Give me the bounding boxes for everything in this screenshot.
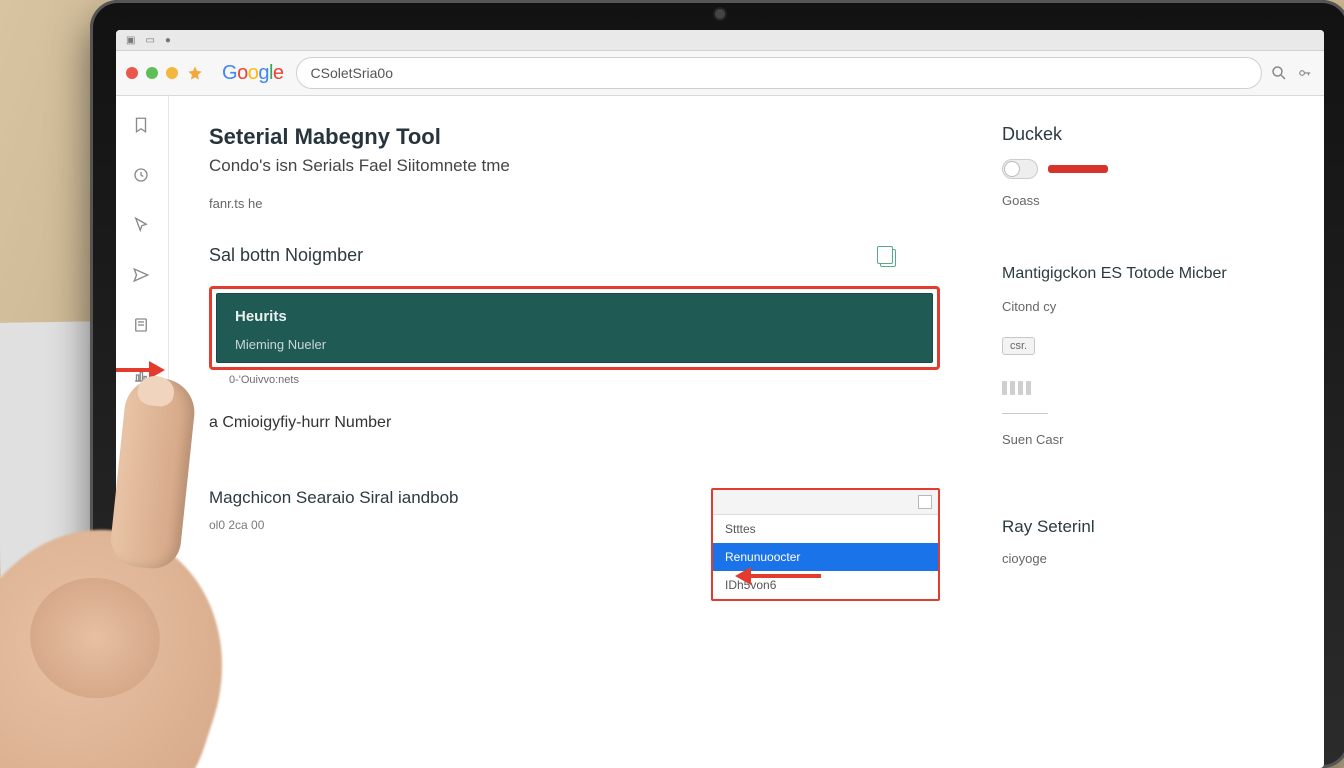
- send-icon[interactable]: [132, 266, 152, 286]
- page-subnote: fanr.ts he: [209, 196, 940, 211]
- omnibox[interactable]: CSoletSria0o: [296, 57, 1262, 89]
- right-sub-3: cioyoge: [1002, 551, 1302, 566]
- right-title-2: Mantigigckon ES Totode Micber: [1002, 264, 1302, 285]
- right-sub-2: Citond cy: [1002, 299, 1302, 314]
- webcam: [715, 9, 725, 19]
- chip[interactable]: csr.: [1002, 337, 1035, 355]
- tabstrip-glyph: ●: [165, 35, 171, 46]
- dropdown-item[interactable]: Stttes: [713, 515, 938, 543]
- red-indicator: [1048, 165, 1108, 173]
- section-serial-title: Sal bottn Noigmber: [209, 245, 940, 266]
- main-content: Seterial Mabegny Tool Condo's isn Serial…: [169, 94, 980, 768]
- tabstrip-glyph: ▣: [126, 35, 135, 46]
- right-title-1: Duckek: [1002, 124, 1302, 145]
- cursor-icon[interactable]: [132, 216, 152, 236]
- card-line2: Mieming Nueler: [235, 337, 914, 352]
- page-title: Seterial Mabegny Tool: [209, 124, 940, 150]
- right-label-3: Suen Casr: [1002, 432, 1302, 447]
- star-icon[interactable]: [186, 64, 204, 82]
- chevron-icon[interactable]: [132, 416, 152, 436]
- browser-toolbar: Google CSoletSria0o: [116, 51, 1324, 96]
- search-icon[interactable]: [1270, 64, 1288, 82]
- tabstrip-glyph: ▭: [145, 35, 154, 46]
- segmented-indicator: [1002, 381, 1302, 395]
- toggle-switch[interactable]: [1002, 159, 1038, 179]
- key-icon[interactable]: [1296, 64, 1314, 82]
- google-logo: Google: [222, 62, 284, 85]
- traffic-yellow-icon[interactable]: [146, 67, 158, 79]
- clock-icon[interactable]: [132, 166, 152, 186]
- divider: [1002, 413, 1048, 414]
- bottom-sub: ol0 2ca 00: [209, 518, 691, 532]
- left-nav: [116, 94, 169, 768]
- bookmark-icon[interactable]: [132, 116, 152, 136]
- highlighted-card[interactable]: Heurits Mieming Nueler: [209, 286, 940, 370]
- browser-tabstrip: ▣ ▭ ●: [116, 30, 1324, 51]
- bottom-title: Magchicon Searaio Siral iandbob: [209, 488, 691, 508]
- traffic-green-icon[interactable]: [166, 67, 178, 79]
- dropdown-header[interactable]: [713, 490, 938, 515]
- omnibox-text: CSoletSria0o: [311, 65, 394, 81]
- page-subtitle: Condo's isn Serials Fael Siitomnete tme: [209, 156, 940, 176]
- traffic-red-icon[interactable]: [126, 67, 138, 79]
- card-line1: Heurits: [235, 308, 914, 325]
- right-title-3: Ray Seterinl: [1002, 517, 1302, 537]
- right-panel: Duckek Goass Mantigigckon ES Totode Micb…: [980, 94, 1324, 768]
- copy-icon[interactable]: [880, 249, 896, 267]
- step-3-label: a Cmioigyfiy-hurr Number: [209, 414, 940, 432]
- note-icon[interactable]: [132, 316, 152, 336]
- toggle-label: Goass: [1002, 193, 1302, 208]
